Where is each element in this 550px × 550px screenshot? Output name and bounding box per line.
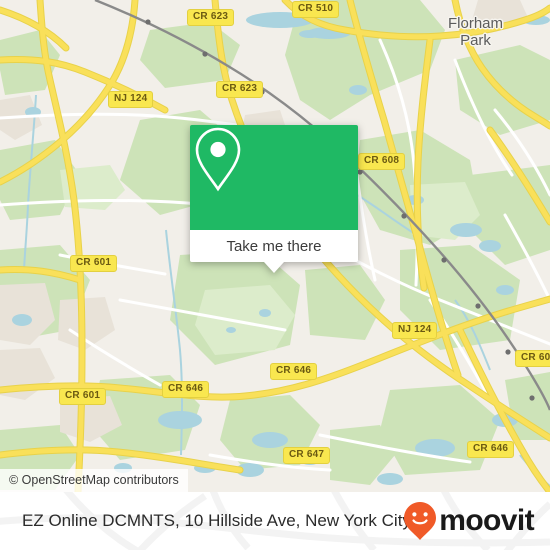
screenshot-root: Florham Park CR 623 CR 510 CR 623 NJ 124… [0, 0, 550, 550]
take-me-there-label: Take me there [226, 237, 322, 255]
road-shield: CR 608 [358, 153, 406, 170]
location-address: EZ Online DCMNTS, 10 Hillside Ave, New Y… [22, 511, 411, 530]
road-shield: CR 647 [283, 447, 331, 464]
city-label-florham-park: Florham Park [448, 15, 504, 49]
road-shield: CR 623 [216, 81, 264, 98]
road-shield: CR 607 [515, 350, 550, 367]
map-canvas[interactable]: Florham Park CR 623 CR 510 CR 623 NJ 124… [0, 0, 550, 492]
footer-bar: EZ Online DCMNTS, 10 Hillside Ave, New Y… [0, 492, 550, 550]
popup-pointer [264, 262, 284, 273]
take-me-there-button[interactable]: Take me there [190, 230, 358, 262]
road-shield: NJ 124 [108, 91, 154, 108]
map-pin-icon [195, 127, 241, 192]
road-shield: CR 646 [467, 441, 515, 458]
moovit-wordmark: moovit [439, 504, 534, 537]
road-shield: CR 646 [270, 363, 318, 380]
city-label-line2: Park [460, 31, 491, 49]
road-shield: CR 623 [187, 9, 235, 26]
road-shield: CR 646 [162, 381, 210, 398]
road-shield: NJ 124 [392, 322, 438, 339]
location-popup-card[interactable]: Take me there [190, 125, 358, 273]
city-label-line1: Florham [448, 15, 504, 32]
osm-attribution[interactable]: © OpenStreetMap contributors [0, 468, 188, 492]
road-shield: CR 601 [59, 388, 107, 405]
road-shield: CR 510 [292, 1, 340, 18]
moovit-smiley-pin-icon [404, 502, 437, 540]
popup-header [190, 125, 358, 230]
road-shield: CR 601 [70, 255, 118, 272]
moovit-logo[interactable]: moovit [403, 501, 535, 541]
